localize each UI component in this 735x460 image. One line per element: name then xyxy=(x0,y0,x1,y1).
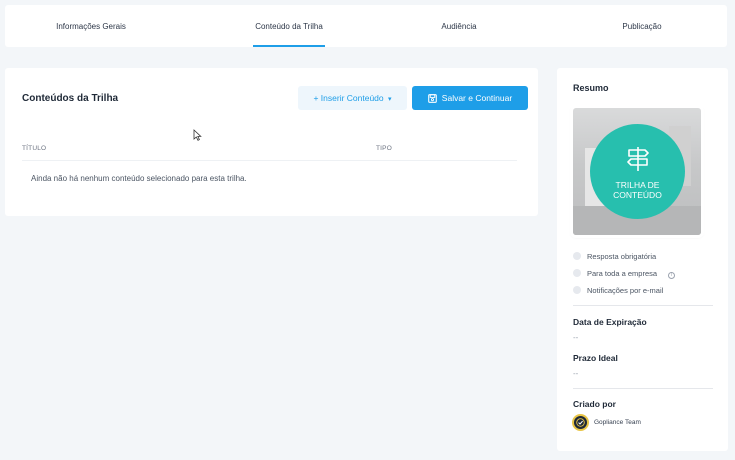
option-label: Resposta obrigatória xyxy=(587,252,657,261)
expiration-date-label: Data de Expiração xyxy=(573,317,647,327)
plus-icon: + xyxy=(313,93,319,103)
badge-text: TRILHA DE CONTEÚDO xyxy=(590,180,685,200)
contents-card: Conteúdos da Trilha + Inserir Conteúdo ▾… xyxy=(5,68,538,216)
save-and-continue-label: Salvar e Continuar xyxy=(441,93,513,103)
card-title: Conteúdos da Trilha xyxy=(22,93,119,104)
header-divider xyxy=(22,160,517,161)
creator: Gopliance Team xyxy=(572,414,641,432)
option-email-notifications[interactable]: Notificações por e-mail xyxy=(573,286,663,295)
option-label: Notificações por e-mail xyxy=(587,286,664,295)
mouse-cursor-icon xyxy=(193,129,202,141)
trail-thumbnail: TRILHA DE CONTEÚDO xyxy=(573,108,701,235)
creator-name: Gopliance Team xyxy=(594,419,641,427)
save-icon xyxy=(427,94,437,103)
summary-panel: Resumo TRILHA DE CONTEÚDO Resposta obrig… xyxy=(557,68,728,451)
option-required-response[interactable]: Resposta obrigatória xyxy=(573,252,656,261)
tab-informacoes-gerais[interactable]: Informações Gerais xyxy=(5,5,177,47)
column-header-title: TÍTULO xyxy=(22,145,47,152)
empty-state-message: Ainda não há nenhum conteúdo selecionado… xyxy=(31,174,247,183)
ideal-deadline-value: -- xyxy=(573,369,579,378)
summary-title: Resumo xyxy=(573,83,609,93)
insert-content-button[interactable]: + Inserir Conteúdo ▾ xyxy=(298,86,407,110)
ideal-deadline-label: Prazo Ideal xyxy=(573,353,618,363)
tab-bar: Informações Gerais Conteúdo da Trilha Au… xyxy=(5,5,727,47)
divider xyxy=(573,388,713,389)
checkbox[interactable] xyxy=(573,286,581,294)
tab-conteudo-da-trilha[interactable]: Conteúdo da Trilha xyxy=(203,5,375,47)
tab-publicacao[interactable]: Publicação xyxy=(556,5,728,47)
checkbox[interactable] xyxy=(573,269,581,277)
expiration-date-value: -- xyxy=(573,333,579,342)
created-by-label: Criado por xyxy=(573,399,616,409)
option-label: Para toda a empresa xyxy=(587,269,658,278)
checkbox[interactable] xyxy=(573,252,581,260)
tab-audiencia[interactable]: Audiência xyxy=(373,5,545,47)
trail-badge: TRILHA DE CONTEÚDO xyxy=(590,124,685,219)
avatar xyxy=(572,414,589,432)
column-header-type: TIPO xyxy=(376,145,392,152)
info-icon[interactable]: i xyxy=(668,272,676,279)
save-and-continue-button[interactable]: Salvar e Continuar xyxy=(412,86,528,110)
check-icon xyxy=(576,418,585,428)
signpost-icon xyxy=(627,147,649,171)
badge-text-line1: TRILHA DE xyxy=(615,180,660,190)
insert-content-label: Inserir Conteúdo xyxy=(320,93,384,103)
divider xyxy=(573,305,713,306)
badge-text-line2: CONTEÚDO xyxy=(613,190,662,200)
caret-down-icon: ▾ xyxy=(388,96,392,103)
option-whole-company[interactable]: Para toda a empresa i xyxy=(573,269,676,279)
